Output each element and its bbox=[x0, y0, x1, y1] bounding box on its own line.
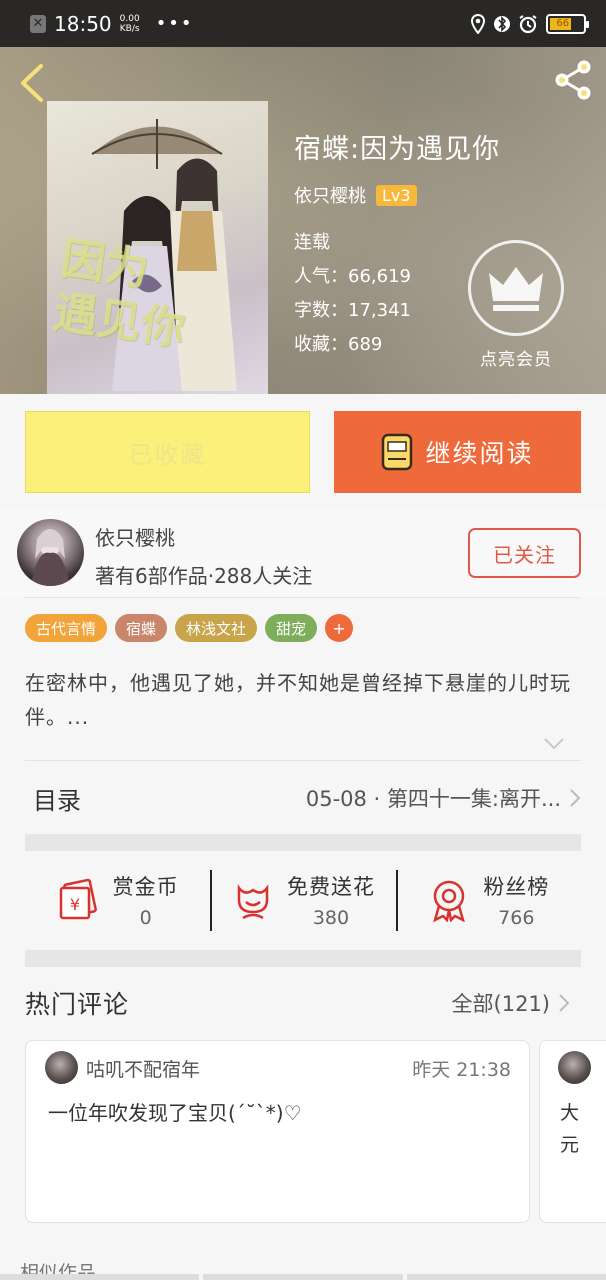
back-icon[interactable] bbox=[14, 61, 50, 105]
comment-user[interactable]: 咕叽不配宿年 bbox=[86, 1055, 200, 1082]
medal-icon bbox=[433, 880, 466, 922]
toc-label: 目录 bbox=[33, 786, 81, 815]
tag-chip[interactable]: 古代言情 bbox=[25, 614, 108, 642]
share-icon[interactable] bbox=[550, 57, 596, 103]
book-title: 宿蝶:因为遇见你 bbox=[294, 134, 501, 165]
divider bbox=[25, 760, 581, 761]
tag-chip[interactable]: 甜宠 bbox=[265, 614, 318, 642]
hot-comments-header: 热门评论 全部(121) bbox=[25, 980, 570, 1026]
flower-icon bbox=[237, 884, 269, 920]
add-tag-button[interactable]: + bbox=[325, 614, 354, 642]
similar-works-strip bbox=[0, 1274, 606, 1280]
coin-envelope-icon: ¥ bbox=[59, 878, 97, 920]
reward-coins-button[interactable]: ¥ 赏金币 0 bbox=[25, 852, 210, 948]
vip-label[interactable]: 点亮会员 bbox=[466, 345, 566, 370]
comment-card[interactable]: 大 元 bbox=[539, 1040, 606, 1223]
fan-ranking-button[interactable]: 粉丝榜 766 bbox=[395, 852, 581, 948]
cover-title: 因为 遇见你 bbox=[50, 233, 189, 356]
book-summary[interactable]: 在密林中，他遇见了她，并不知她是曾经掉下悬崖的儿时玩伴。... bbox=[25, 666, 585, 734]
chevron-down-icon[interactable] bbox=[543, 737, 565, 751]
favorited-button[interactable]: 已收藏 bbox=[25, 411, 310, 493]
svg-text:¥: ¥ bbox=[70, 895, 80, 914]
status-bar: ✕ 18:50 0.00 KB/s ••• 66 bbox=[0, 0, 606, 47]
divider bbox=[25, 597, 581, 598]
continue-reading-button[interactable]: 继续阅读 bbox=[334, 411, 581, 493]
section-separator bbox=[25, 834, 581, 851]
latest-chapter[interactable]: 05-08 · 第四十一集:离开... bbox=[306, 783, 581, 813]
location-icon bbox=[470, 13, 486, 34]
author-name[interactable]: 依只樱桃 bbox=[95, 522, 175, 551]
clock: 18:50 bbox=[54, 11, 112, 36]
all-comments-link[interactable]: 全部(121) bbox=[452, 988, 570, 1018]
hot-comments-title: 热门评论 bbox=[25, 990, 130, 1019]
tag-chip[interactable]: 林浅文社 bbox=[175, 614, 258, 642]
book-header: 因为 遇见你 宿蝶:因为遇见你 依只樱桃 Lv3 连载 人气：66,619 字数… bbox=[0, 47, 606, 394]
crown-icon bbox=[489, 267, 543, 311]
chevron-right-icon bbox=[570, 789, 581, 807]
more-dots: ••• bbox=[155, 13, 194, 34]
avatar-illustration bbox=[31, 529, 70, 586]
support-stats: ¥ 赏金币 0 免费送花 380 粉丝榜 766 bbox=[25, 852, 581, 948]
bluetooth-icon bbox=[494, 15, 510, 32]
book-info: 宿蝶:因为遇见你 依只樱桃 Lv3 连载 人气：66,619 字数：17,341… bbox=[294, 127, 500, 362]
table-of-contents-row[interactable]: 目录 05-08 · 第四十一集:离开... bbox=[25, 762, 581, 834]
book-icon bbox=[382, 433, 413, 471]
section-separator bbox=[25, 950, 581, 967]
continue-reading-label: 继续阅读 bbox=[425, 439, 534, 468]
tag-list: 古代言情 宿蝶 林浅文社 甜宠 + bbox=[25, 614, 354, 642]
book-author[interactable]: 依只樱桃 bbox=[294, 182, 366, 208]
alarm-icon bbox=[519, 14, 537, 33]
vip-button[interactable] bbox=[468, 240, 564, 336]
network-speed: 0.00 KB/s bbox=[119, 13, 140, 34]
avatar[interactable] bbox=[45, 1051, 78, 1084]
notification-icon: ✕ bbox=[30, 14, 46, 33]
comment-text: 一位年吹发现了宝贝(´˘`*)♡ bbox=[48, 1101, 302, 1125]
chevron-right-icon bbox=[559, 994, 570, 1012]
tag-chip[interactable]: 宿蝶 bbox=[115, 614, 168, 642]
comment-time: 昨天 21:38 bbox=[412, 1059, 511, 1081]
serial-status: 连载 bbox=[294, 232, 330, 253]
comment-text: 大 元 bbox=[560, 1102, 580, 1156]
book-cover[interactable]: 因为 遇见你 bbox=[47, 101, 268, 394]
author-block: 依只樱桃 著有6部作品·288人关注 已关注 bbox=[0, 508, 606, 598]
battery-icon: 66 bbox=[546, 13, 589, 34]
avatar[interactable] bbox=[558, 1051, 591, 1084]
avatar[interactable] bbox=[17, 519, 84, 586]
comment-card[interactable]: 咕叽不配宿年 昨天 21:38 一位年吹发现了宝贝(´˘`*)♡ bbox=[25, 1040, 530, 1223]
author-stats: 著有6部作品·288人关注 bbox=[95, 564, 313, 588]
send-flower-button[interactable]: 免费送花 380 bbox=[210, 852, 395, 948]
follow-button[interactable]: 已关注 bbox=[468, 528, 581, 578]
level-badge: Lv3 bbox=[376, 184, 417, 206]
